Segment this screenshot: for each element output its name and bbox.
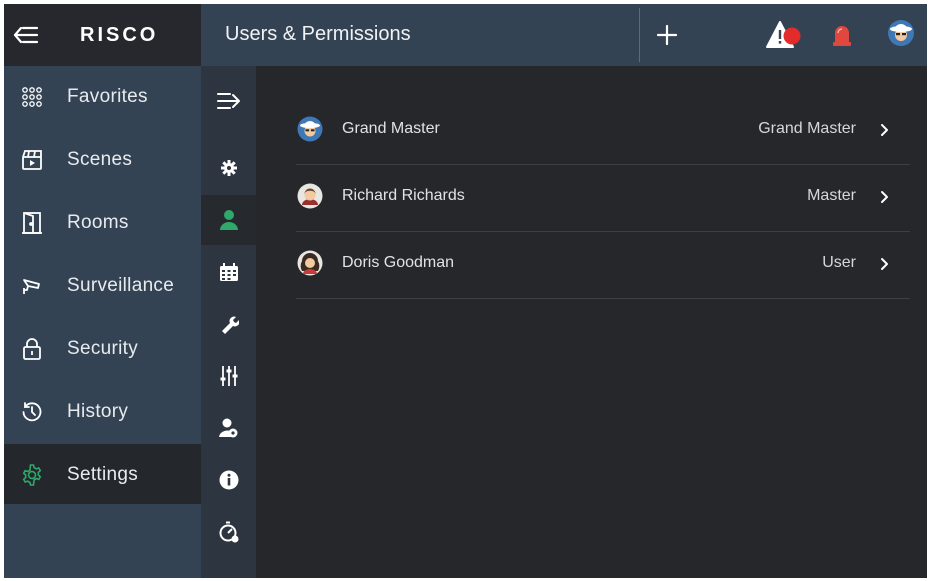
man-avatar-icon (297, 183, 323, 209)
camera-icon (18, 272, 46, 300)
user-name: Richard Richards (342, 187, 465, 204)
history-icon (18, 398, 46, 426)
user-row-doris-goodman[interactable]: Doris Goodman User (296, 232, 910, 299)
user-name: Doris Goodman (342, 254, 455, 271)
clapperboard-icon (18, 146, 46, 174)
door-icon (18, 209, 46, 237)
user-icon[interactable] (201, 195, 256, 245)
header-divider (639, 8, 640, 62)
gear-icon (18, 461, 46, 489)
sidebar-item-scenes[interactable]: Scenes (4, 129, 201, 191)
sidebar-item-rooms[interactable]: Rooms (4, 192, 201, 254)
app-window: RISCO Favorites Scenes Rooms Surveillanc… (4, 4, 927, 578)
logo-text: RISCO (80, 23, 159, 46)
cowboy-avatar-icon (297, 116, 323, 142)
sidebar-item-label: Rooms (67, 212, 129, 233)
collapse-arrow-icon[interactable] (201, 76, 256, 126)
lock-icon (18, 335, 46, 363)
user-row-richard-richards[interactable]: Richard Richards Master (296, 165, 910, 232)
page-title: Users & Permissions (225, 23, 411, 45)
user-role: User (822, 254, 856, 271)
main-sidebar: RISCO Favorites Scenes Rooms Surveillanc… (4, 4, 201, 578)
sidebar-item-label: Settings (67, 464, 139, 485)
timer-icon[interactable] (201, 507, 256, 557)
back-arrow-icon[interactable] (12, 22, 40, 48)
sidebar-footer (4, 504, 201, 578)
sidebar-item-favorites[interactable]: Favorites (4, 66, 201, 128)
add-button[interactable] (653, 20, 681, 50)
user-role: Grand Master (758, 120, 856, 137)
sliders-icon[interactable] (201, 351, 256, 401)
sidebar-item-surveillance[interactable]: Surveillance (4, 255, 201, 317)
chevron-right-icon (880, 189, 890, 205)
risco-logo: RISCO (80, 23, 158, 47)
user-name: Grand Master (342, 120, 440, 137)
wrench-icon[interactable] (201, 299, 256, 349)
plus-icon (656, 24, 678, 46)
sidebar-item-label: Security (67, 338, 139, 359)
sidebar-item-label: Scenes (67, 149, 133, 170)
chevron-right-icon (880, 122, 890, 138)
user-settings-icon[interactable] (201, 403, 256, 453)
sidebar-item-label: History (67, 401, 129, 422)
users-content: Grand Master Grand Master Richard Richar… (256, 66, 927, 578)
calendar-icon[interactable] (201, 247, 256, 297)
sidebar-item-label: Surveillance (67, 275, 175, 296)
sidebar-item-history[interactable]: History (4, 381, 201, 443)
sidebar-item-security[interactable]: Security (4, 318, 201, 380)
user-avatar-icon[interactable] (887, 19, 915, 47)
user-role: Master (807, 187, 856, 204)
info-icon[interactable] (201, 455, 256, 505)
sidebar-header: RISCO (4, 4, 201, 66)
grid-icon (18, 83, 46, 111)
top-header: Users & Permissions (201, 4, 927, 66)
chevron-right-icon (880, 256, 890, 272)
woman-avatar-icon (297, 250, 323, 276)
sidebar-item-label: Favorites (67, 86, 148, 107)
warning-alert-icon[interactable] (766, 19, 804, 51)
settings-subnav (201, 66, 256, 578)
sidebar-item-settings[interactable]: Settings (4, 444, 201, 506)
siren-icon[interactable] (831, 22, 853, 48)
gear-icon[interactable] (201, 143, 256, 193)
user-row-grand-master[interactable]: Grand Master Grand Master (296, 98, 910, 165)
